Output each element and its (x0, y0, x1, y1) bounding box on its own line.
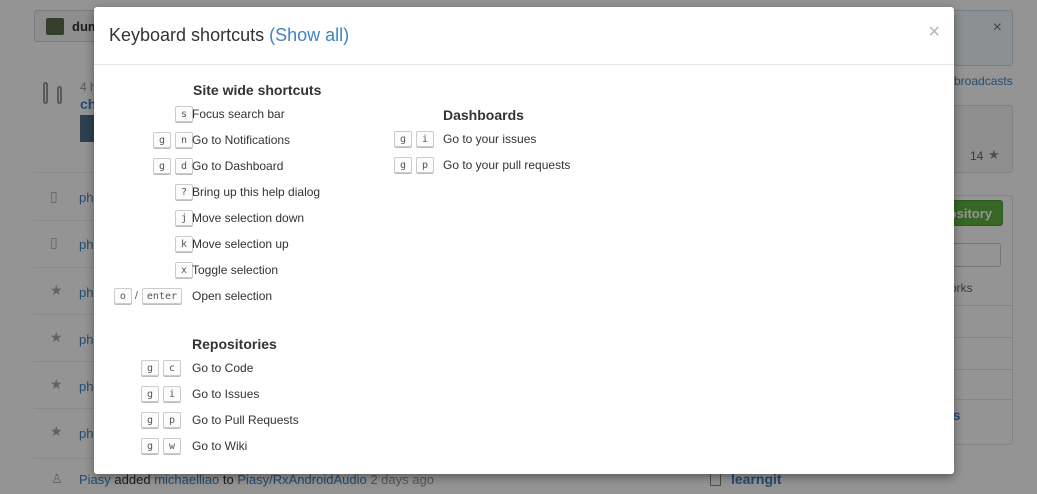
key: i (416, 131, 434, 148)
shortcut-description: Go to Dashboard (192, 159, 284, 173)
key: ? (175, 184, 193, 201)
key: p (416, 157, 434, 174)
key: g (153, 158, 171, 175)
key: enter (141, 288, 182, 305)
dialog-title-text: Keyboard shortcuts (109, 25, 265, 45)
shortcut-keys: gp (390, 157, 434, 175)
shortcut-row: gi Go to Issues (94, 386, 494, 404)
shortcut-row: o / enter Open selection (94, 288, 494, 306)
key: d (175, 158, 193, 175)
shortcut-description: Go to Wiki (192, 439, 248, 453)
shortcut-keys: gn (149, 132, 193, 150)
shortcut-row: x Toggle selection (94, 262, 494, 280)
dialog-header: Keyboard shortcuts (Show all) × (94, 7, 954, 65)
key: g (141, 438, 159, 455)
shortcut-description: Move selection down (192, 211, 305, 225)
shortcut-description: Go to your pull requests (443, 158, 571, 172)
key-separator: / (134, 290, 138, 302)
shortcut-row: ? Bring up this help dialog (94, 184, 494, 202)
shortcut-description: Toggle selection (192, 263, 279, 277)
shortcut-keys: gd (149, 158, 193, 176)
key: n (175, 132, 193, 149)
shortcut-description: Bring up this help dialog (192, 185, 321, 199)
shortcut-description: Go to your issues (443, 132, 537, 146)
shortcut-description: Go to Issues (192, 387, 260, 401)
repositories-heading: Repositories (192, 336, 277, 352)
shortcut-keys: gw (137, 438, 181, 456)
shortcut-description: Move selection up (192, 237, 289, 251)
shortcut-keys: k (171, 236, 193, 254)
key: i (163, 386, 181, 403)
site-wide-shortcuts-heading: Site wide shortcuts (193, 82, 322, 98)
shortcut-row: gw Go to Wiki (94, 438, 494, 456)
show-all-link[interactable]: (Show all) (269, 25, 349, 45)
shortcut-row: gc Go to Code (94, 360, 494, 378)
shortcut-keys: j (171, 210, 193, 228)
key: k (175, 236, 193, 253)
shortcut-keys: ? (171, 184, 193, 202)
shortcut-description: Go to Code (192, 361, 254, 375)
key: x (175, 262, 193, 279)
dialog-title: Keyboard shortcuts (Show all) (109, 25, 349, 46)
key: s (175, 106, 193, 123)
close-icon[interactable]: × (928, 21, 940, 43)
shortcut-keys: gi (390, 131, 434, 149)
key: g (153, 132, 171, 149)
key: o (113, 288, 132, 305)
shortcut-keys: gp (137, 412, 181, 430)
shortcut-keys: gi (137, 386, 181, 404)
shortcut-row: j Move selection down (94, 210, 494, 228)
key: c (163, 360, 181, 377)
keyboard-shortcuts-dialog: Keyboard shortcuts (Show all) × Site wide… (94, 7, 954, 474)
shortcut-keys: s (171, 106, 193, 124)
key: g (394, 131, 412, 148)
shortcut-row: gp Go to your pull requests (344, 157, 744, 175)
shortcut-description: Open selection (192, 289, 273, 303)
shortcut-keys: x (171, 262, 193, 280)
shortcut-description: Focus search bar (192, 107, 285, 121)
key: j (175, 210, 193, 227)
key: w (163, 438, 181, 455)
shortcut-row: gp Go to Pull Requests (94, 412, 494, 430)
key: g (394, 157, 412, 174)
shortcut-keys: gc (137, 360, 181, 378)
shortcut-description: Go to Notifications (192, 133, 291, 147)
key: g (141, 360, 159, 377)
shortcut-row: gi Go to your issues (344, 131, 744, 149)
key: p (163, 412, 181, 429)
shortcut-row: k Move selection up (94, 236, 494, 254)
shortcut-keys: o / enter (110, 288, 182, 306)
shortcut-description: Go to Pull Requests (192, 413, 299, 427)
key: g (141, 386, 159, 403)
key: g (141, 412, 159, 429)
shortcut-row: s Focus search bar (94, 106, 494, 124)
dashboards-heading: Dashboards (443, 107, 524, 123)
